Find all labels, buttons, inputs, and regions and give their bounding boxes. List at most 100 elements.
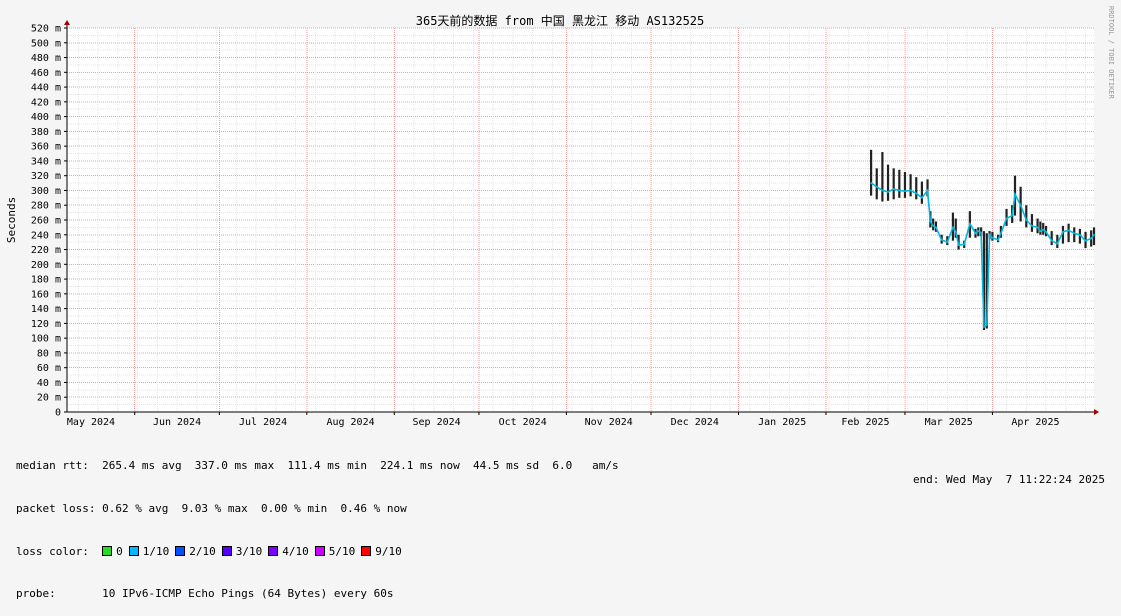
y-tick-label: 260 m: [31, 216, 61, 227]
y-tick-label: 420 m: [31, 97, 61, 108]
loss-legend-label: 5/10: [328, 544, 356, 558]
y-tick-label: 100 m: [31, 334, 61, 345]
loss-legend-label: 2/10: [189, 544, 216, 558]
stats-panel: median rtt: 265.4 ms avg 337.0 ms max 11…: [16, 431, 619, 616]
data-point: [915, 192, 918, 195]
loss-legend-item: 2/10: [175, 545, 216, 558]
data-point: [988, 233, 991, 236]
y-tick-label: 40 m: [37, 378, 61, 389]
y-tick-label: 280 m: [31, 201, 61, 212]
data-point: [968, 222, 971, 225]
x-axis-ticks: May 2024 Jun 2024 Jul 2024 Aug 2024 Sep 2024…: [67, 412, 1060, 428]
y-tick-label: 220 m: [31, 245, 61, 256]
y-axis-arrow-icon: [64, 20, 70, 25]
data-point: [1042, 228, 1045, 231]
x-tick-label: Nov 2024: [585, 417, 633, 428]
data-point: [935, 226, 937, 229]
x-tick-label: Feb 2025: [841, 417, 889, 428]
y-tick-label: 60 m: [37, 363, 61, 374]
loss-legend-item: 1/10: [128, 545, 169, 558]
y-tick-label: 460 m: [31, 68, 61, 79]
rrdtool-watermark: RRDTOOL / TOBI OETIKER: [1107, 6, 1115, 100]
data-point: [974, 232, 977, 235]
x-tick-label: Mar 2025: [925, 417, 973, 428]
y-tick-label: 200 m: [31, 260, 61, 271]
loss-color-legend: loss color: 0 1/10 2/10 3/10 4/10 5/10 9/10: [16, 545, 619, 559]
data-point: [1073, 232, 1076, 235]
packet-loss-line: packet loss: 0.62 % avg 9.03 % max 0.00 …: [16, 502, 407, 515]
data-point: [991, 236, 994, 239]
loss-legend-item: 5/10: [314, 544, 356, 558]
x-axis-arrow-icon: [1094, 409, 1099, 415]
data-point: [875, 185, 878, 188]
y-axis-label: Seconds: [5, 197, 18, 243]
data-point: [983, 326, 985, 328]
data-point: [1019, 204, 1022, 207]
data-point: [952, 226, 954, 229]
probe-line: probe: 10 IPv6-ICMP Echo Pings (64 Bytes…: [16, 587, 394, 601]
data-point: [946, 241, 949, 244]
loss-legend-label: 3/10: [235, 544, 263, 558]
loss-swatch: [128, 545, 139, 556]
loss-legend-label: 0: [116, 544, 123, 558]
data-point: [920, 196, 923, 199]
data-point: [881, 189, 884, 192]
loss-swatch: [268, 545, 279, 556]
loss-swatch: [221, 545, 232, 556]
data-point: [1045, 230, 1047, 233]
data-point: [999, 232, 1002, 235]
y-axis-ticks: 0 20 m 40 m 60 m 80 m 100 m 120 m 140 m 160 m 180…: [31, 24, 67, 419]
data-point: [940, 239, 943, 241]
x-tick-label: Sep 2024: [413, 417, 461, 428]
data-point: [1011, 214, 1014, 217]
loss-swatch: [175, 545, 186, 556]
y-tick-label: 320 m: [31, 171, 61, 182]
y-tick-label: 500 m: [31, 38, 61, 49]
data-point: [1078, 233, 1081, 236]
loss-legend-item: 9/10: [361, 545, 402, 558]
y-tick-label: 20 m: [37, 393, 61, 404]
loss-color-label: loss color:: [16, 544, 89, 558]
data-point: [904, 190, 906, 193]
y-tick-label: 120 m: [31, 319, 61, 330]
loss-legend-item: 0: [102, 545, 123, 558]
x-tick-label: Jan 2025: [758, 417, 806, 428]
data-point: [1090, 237, 1093, 240]
data-point: [1067, 229, 1070, 232]
y-tick-label: 160 m: [31, 289, 61, 300]
loss-legend-item: 4/10: [268, 545, 309, 558]
y-tick-label: 400 m: [31, 112, 61, 123]
loss-legend-item: 3/10: [221, 544, 263, 558]
x-tick-label: Apr 2025: [1011, 417, 1059, 428]
y-tick-label: 340 m: [31, 156, 61, 167]
data-point: [926, 189, 929, 192]
data-point: [1031, 225, 1033, 227]
latency-chart: 0 20 m 40 m 60 m 80 m 100 m 120 m 140 m 160 m 180…: [5, 6, 1115, 428]
y-tick-label: 380 m: [31, 127, 61, 138]
y-tick-label: 180 m: [31, 275, 61, 286]
data-point: [954, 230, 957, 233]
data-point: [985, 323, 988, 326]
y-tick-label: 80 m: [37, 348, 61, 359]
data-point: [1025, 219, 1028, 221]
data-point: [932, 225, 935, 227]
data-point: [1093, 233, 1095, 236]
y-tick-label: 520 m: [31, 24, 61, 35]
data-point: [1062, 230, 1064, 233]
x-tick-label: Dec 2024: [671, 417, 719, 428]
loss-swatch: [314, 545, 325, 556]
data-point: [1050, 239, 1053, 242]
loss-legend-label: 9/10: [375, 544, 402, 558]
y-tick-label: 300 m: [31, 186, 61, 197]
loss-swatch: [102, 545, 113, 556]
data-point: [909, 189, 912, 192]
loss-legend-label: 4/10: [282, 544, 309, 558]
data-point: [929, 220, 932, 223]
y-tick-label: 140 m: [31, 304, 61, 315]
y-tick-label: 440 m: [31, 83, 61, 94]
x-tick-label: Oct 2024: [499, 417, 547, 428]
data-point: [997, 239, 999, 241]
data-point: [963, 243, 966, 246]
data-point: [957, 244, 960, 247]
y-tick-label: 0: [55, 408, 61, 419]
